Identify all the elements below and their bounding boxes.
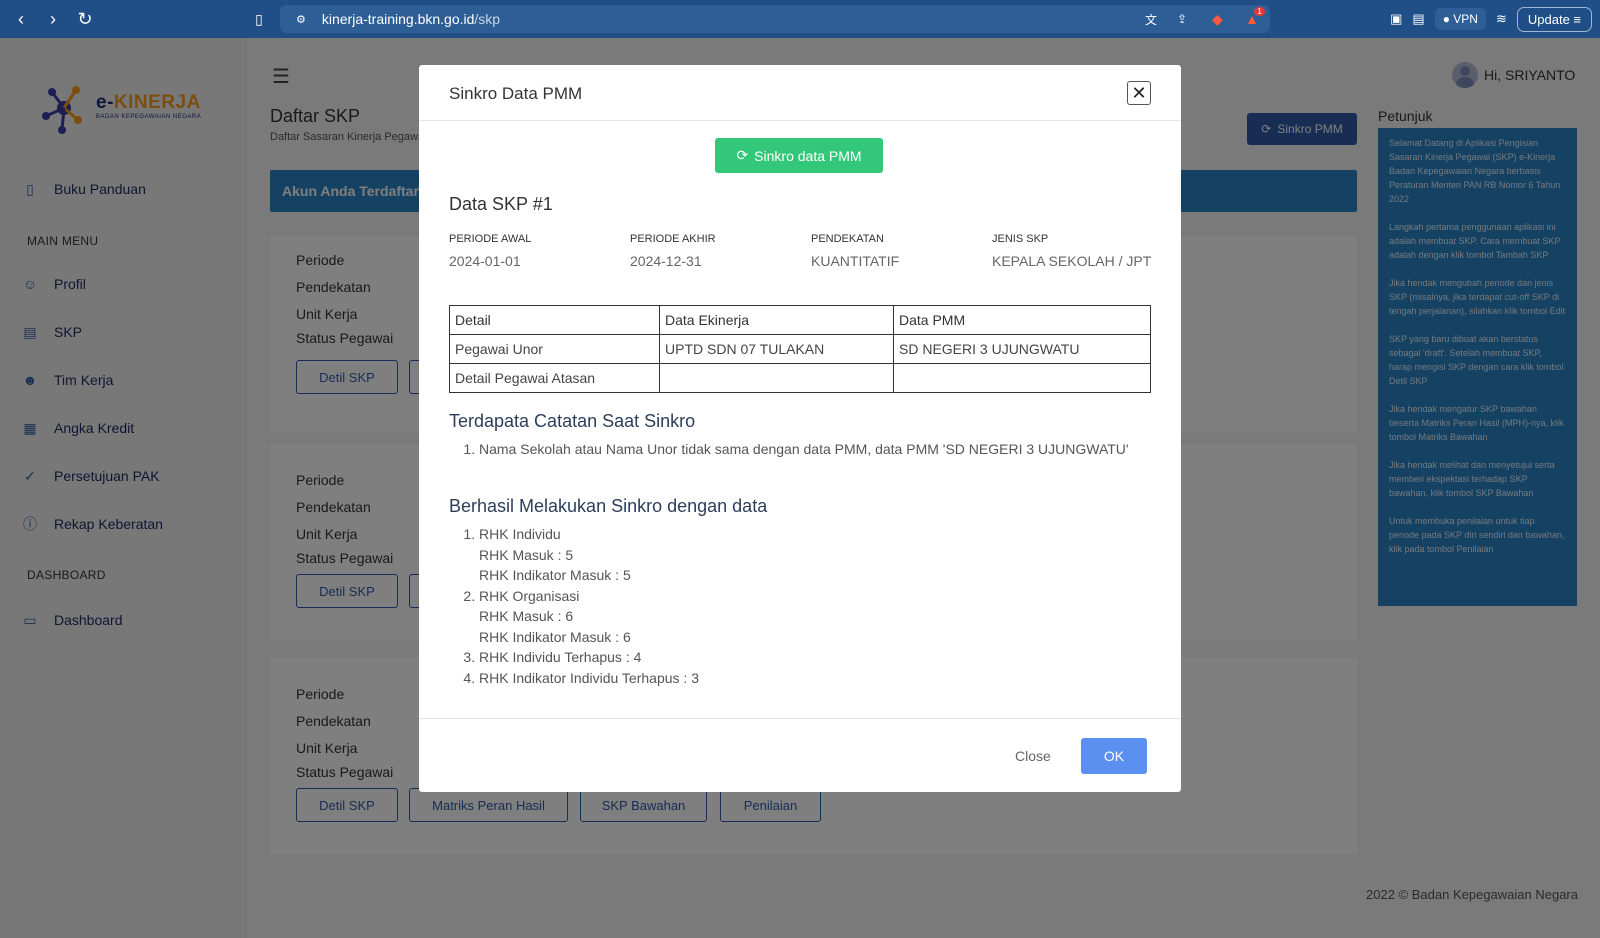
brave-shield-icon[interactable]: ◆ — [1212, 11, 1223, 28]
table-header: Detail — [449, 305, 660, 335]
table-row: Detail Pegawai Atasan — [449, 363, 1151, 393]
field-label-pendekatan: PENDEKATAN — [811, 233, 884, 245]
field-value-jenis-skp: KEPALA SEKOLAH / JPT — [992, 253, 1152, 269]
vpn-button[interactable]: ● VPN — [1434, 8, 1486, 30]
list-item: RHK Individu Terhapus : 4 — [479, 647, 699, 668]
vpn-label: VPN — [1453, 12, 1478, 26]
list-item: Nama Sekolah atau Nama Unor tidak sama d… — [479, 439, 1129, 460]
table-row: Pegawai Unor UPTD SDN 07 TULAKAN SD NEGE… — [449, 334, 1151, 364]
success-list: RHK Individu RHK Masuk : 5 RHK Indikator… — [449, 524, 699, 688]
list-item: RHK Organisasi RHK Masuk : 6 RHK Indikat… — [479, 586, 699, 648]
leo-icon[interactable]: ≋ — [1496, 11, 1507, 27]
close-button[interactable]: Close — [1015, 748, 1051, 764]
ok-button[interactable]: OK — [1081, 738, 1147, 774]
sync-icon: ⟳ — [736, 147, 749, 163]
sidebar-toggle-icon[interactable]: ▣ — [1390, 11, 1402, 27]
detail-table: Detail Data Ekinerja Data PMM Pegawai Un… — [449, 305, 1151, 393]
list-item: RHK Individu RHK Masuk : 5 RHK Indikator… — [479, 524, 699, 586]
table-cell: Detail Pegawai Atasan — [449, 363, 660, 393]
notification-badge: 1 — [1254, 7, 1265, 16]
address-bar[interactable]: ⚙ kinerja-training.bkn.go.id/skp 文 ⇪ ◆ ▲… — [280, 5, 1270, 33]
share-icon[interactable]: ⇪ — [1177, 12, 1187, 26]
modal-header: Sinkro Data PMM ✕ — [419, 65, 1181, 121]
url-path: /skp — [474, 11, 501, 27]
sinkro-modal: Sinkro Data PMM ✕ ⟳ Sinkro data PMM Data… — [419, 65, 1181, 792]
wallet-icon[interactable]: ▤ — [1412, 11, 1424, 27]
update-label: Update — [1527, 11, 1570, 27]
list-item-label: RHK Organisasi — [479, 587, 580, 604]
reload-icon[interactable]: ↻ — [70, 4, 100, 34]
table-header: Data PMM — [893, 305, 1151, 335]
sinkro-data-pmm-label: Sinkro data PMM — [754, 147, 862, 164]
table-header: Data Ekinerja — [659, 305, 894, 335]
field-label-jenis-skp: JENIS SKP — [992, 233, 1049, 245]
field-value-pendekatan: KUANTITATIF — [811, 253, 900, 269]
forward-icon[interactable]: › — [38, 4, 68, 34]
table-header-row: Detail Data Ekinerja Data PMM — [449, 305, 1151, 335]
update-button[interactable]: Update ≡ — [1516, 6, 1592, 32]
field-value-periode-awal: 2024-01-01 — [449, 253, 521, 269]
field-label-periode-akhir: PERIODE AKHIR — [630, 233, 716, 245]
list-subitem: RHK Indikator Masuk : 6 — [479, 628, 631, 645]
notes-list: Nama Sekolah atau Nama Unor tidak sama d… — [449, 439, 1129, 460]
table-cell: SD NEGERI 3 UJUNGWATU — [893, 334, 1151, 364]
list-item: RHK Indikator Individu Terhapus : 3 — [479, 668, 699, 689]
list-subitem: RHK Masuk : 6 — [479, 608, 574, 624]
bookmark-icon[interactable]: ▯ — [244, 4, 274, 34]
site-settings-icon[interactable]: ⚙ — [296, 13, 306, 26]
table-cell — [893, 363, 1151, 393]
modal-footer: Close OK — [419, 718, 1181, 792]
sinkro-data-pmm-button[interactable]: ⟳ Sinkro data PMM — [715, 138, 883, 173]
translate-icon[interactable]: 文 — [1145, 11, 1157, 28]
skp-section-title: Data SKP #1 — [449, 194, 553, 214]
list-item-label: RHK Individu Terhapus : 4 — [479, 649, 642, 665]
list-subitem: RHK Indikator Masuk : 5 — [479, 567, 631, 583]
back-icon[interactable]: ‹ — [6, 4, 36, 34]
modal-title: Sinkro Data PMM — [449, 84, 583, 103]
url-host: kinerja-training.bkn.go.id — [321, 11, 475, 27]
success-title: Berhasil Melakukan Sinkro dengan data — [449, 496, 768, 516]
close-icon[interactable]: ✕ — [1127, 81, 1151, 105]
field-value-periode-akhir: 2024-12-31 — [630, 253, 702, 269]
table-cell: Pegawai Unor — [449, 334, 660, 364]
toolbar-right: ▣ ▤ ● VPN ≋ Update ≡ — [1390, 5, 1592, 33]
table-cell: UPTD SDN 07 TULAKAN — [659, 334, 894, 364]
field-label-periode-awal: PERIODE AWAL — [449, 233, 532, 245]
browser-toolbar: ‹ › ↻ ▯ ⚙ kinerja-training.bkn.go.id/skp… — [0, 0, 1600, 38]
list-item-label: RHK Indikator Individu Terhapus : 3 — [479, 669, 699, 686]
table-cell — [659, 363, 894, 393]
list-subitem: RHK Masuk : 5 — [479, 546, 574, 563]
rewards-icon[interactable]: ▲ 1 — [1245, 7, 1265, 27]
notes-title: Terdapata Catatan Saat Sinkro — [449, 411, 696, 431]
list-item-label: RHK Individu — [479, 526, 561, 542]
